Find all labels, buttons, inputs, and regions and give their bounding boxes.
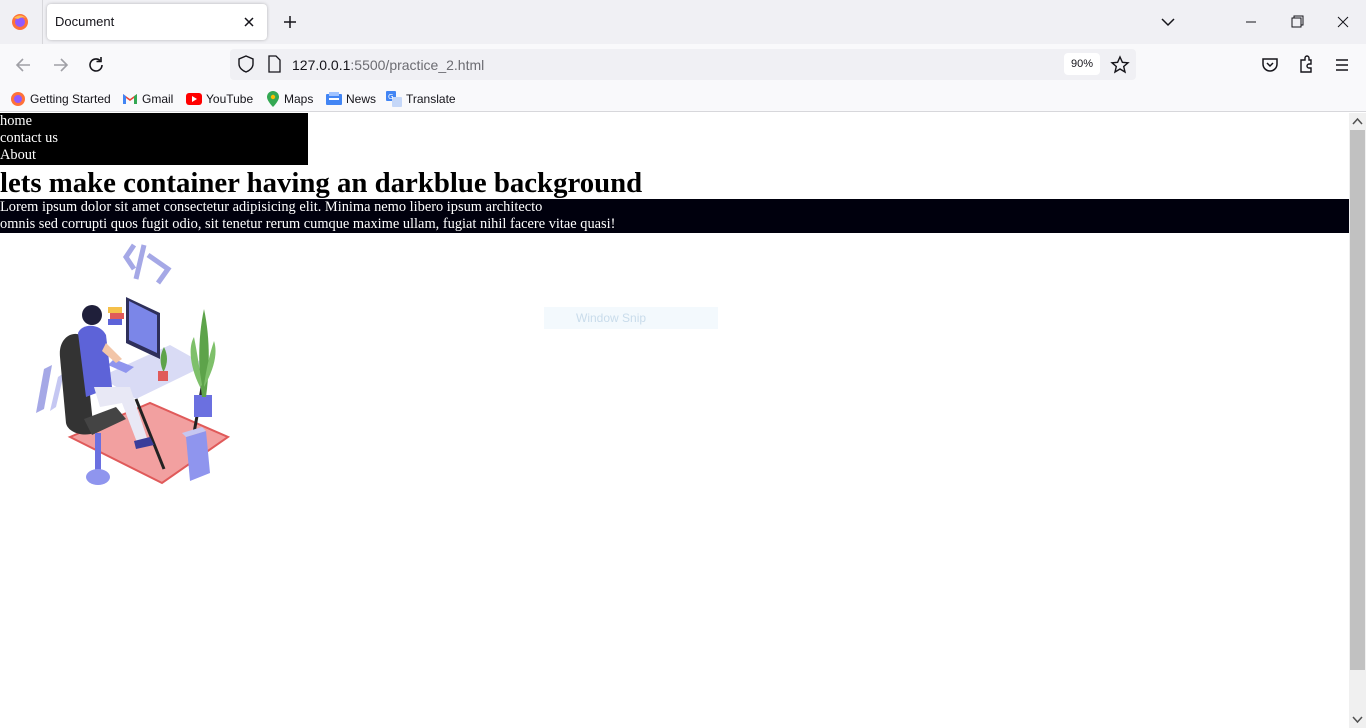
bookmark-label: News [346, 92, 377, 106]
firefox-icon [11, 92, 25, 106]
zoom-level-badge[interactable]: 90% [1064, 53, 1100, 75]
reload-icon[interactable] [84, 54, 108, 76]
bookmark-label: Translate [406, 92, 456, 106]
bookmark-label: Gmail [142, 92, 174, 106]
firefox-icon[interactable] [10, 12, 30, 32]
bookmark-translate[interactable]: G Translate [386, 90, 456, 108]
forward-arrow-icon[interactable] [48, 54, 72, 76]
bookmark-news[interactable]: News [326, 90, 376, 108]
page-icon[interactable] [266, 55, 282, 73]
news-icon [326, 92, 342, 105]
close-window-icon[interactable] [1320, 0, 1366, 44]
bookmark-label: Getting Started [30, 92, 111, 106]
developer-illustration [36, 243, 231, 485]
bookmark-maps[interactable]: Maps [266, 90, 313, 108]
tab-document[interactable]: Document [47, 4, 267, 40]
menu-hamburger-icon[interactable] [1330, 54, 1354, 76]
page-viewport: home contact us About lets make containe… [0, 113, 1349, 728]
youtube-icon [186, 93, 202, 105]
scroll-down-arrow-icon[interactable] [1349, 711, 1366, 728]
bookmark-label: YouTube [206, 92, 254, 106]
minimize-icon[interactable] [1228, 0, 1274, 44]
menu-item-about[interactable]: About [0, 147, 308, 164]
chevron-down-icon[interactable] [1158, 12, 1178, 32]
restore-icon[interactable] [1274, 0, 1320, 44]
container-text-line: omnis sed corrupti quos fugit odio, sit … [0, 216, 616, 232]
bookmarks-toolbar: Getting Started Gmail YouTube Maps News [0, 86, 1366, 112]
tab-title: Document [55, 14, 115, 29]
url-path: :5500/practice_2.html [350, 57, 485, 73]
bookmark-star-icon[interactable] [1109, 54, 1131, 76]
shield-icon[interactable] [236, 54, 256, 74]
darkblue-container: Lorem ipsum dolor sit amet consectetur a… [0, 199, 1349, 233]
url-text[interactable]: 127.0.0.1:5500/practice_2.html [292, 57, 484, 73]
menu-item-home[interactable]: home [0, 113, 308, 130]
container-text-line: Lorem ipsum dolor sit amet consectetur a… [0, 199, 543, 215]
translate-icon: G [386, 91, 402, 107]
gmail-icon [123, 94, 137, 104]
svg-text:G: G [388, 93, 393, 101]
bookmark-youtube[interactable]: YouTube [186, 90, 253, 108]
tab-separator [42, 0, 43, 44]
nav-menu: home contact us About [0, 113, 308, 165]
url-host: 127.0.0.1 [292, 57, 351, 73]
bookmark-gmail[interactable]: Gmail [122, 90, 173, 108]
extensions-icon[interactable] [1294, 54, 1318, 76]
menu-item-contact-us[interactable]: contact us [0, 130, 308, 147]
back-arrow-icon[interactable] [12, 54, 36, 76]
window-snip-overlay: Window Snip [544, 307, 718, 329]
page-heading: lets make container having an darkblue b… [0, 167, 643, 199]
new-tab-icon[interactable] [280, 12, 300, 32]
pocket-icon[interactable] [1258, 54, 1282, 76]
tab-bar: Document [0, 0, 1366, 44]
maps-icon [267, 91, 279, 107]
close-tab-icon[interactable] [239, 12, 259, 32]
bookmark-getting-started[interactable]: Getting Started [10, 90, 111, 108]
bookmark-label: Maps [284, 92, 314, 106]
scroll-up-arrow-icon[interactable] [1349, 113, 1366, 130]
scrollbar-thumb[interactable] [1350, 130, 1365, 670]
